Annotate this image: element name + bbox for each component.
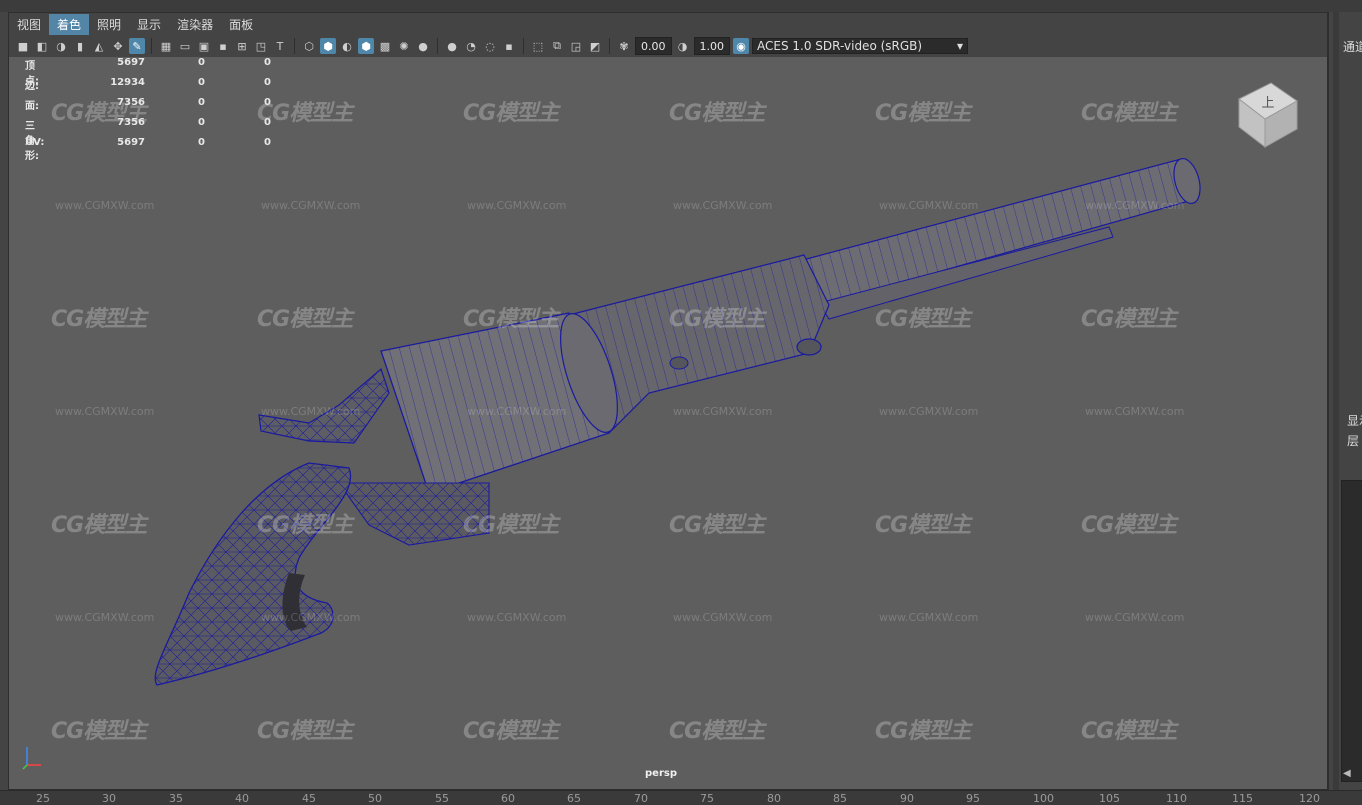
time-ruler[interactable]: 25 30 35 40 45 50 55 60 65 70 75 80 85 9…	[0, 790, 1362, 805]
ruler-tick: 30	[102, 792, 116, 805]
viewport-panel[interactable]: 视图 着色 照明 显示 渲染器 面板 ■ ◧ ◑ ▮ ◭ ✥ ✎ ▦ ▭ ▣ ▪…	[8, 12, 1328, 790]
view-cube[interactable]: 上	[1235, 79, 1301, 149]
watermark-url: www.CGMXW.com	[467, 405, 567, 418]
watermark-logo: CG模型主	[51, 307, 147, 332]
ruler-tick: 60	[501, 792, 515, 805]
watermark-logo: CG模型主	[463, 101, 559, 126]
watermark-logo: CG模型主	[51, 719, 147, 744]
ruler-tick: 40	[235, 792, 249, 805]
watermark-url: www.CGMXW.com	[879, 611, 979, 624]
ruler-tick: 65	[567, 792, 581, 805]
ruler-tick: 105	[1099, 792, 1120, 805]
ruler-tick: 25	[36, 792, 50, 805]
watermark-logo: CG模型主	[1081, 101, 1177, 126]
watermark-logo: CG模型主	[1081, 513, 1177, 538]
watermark-logo: CG模型主	[1081, 307, 1177, 332]
title-strip	[0, 0, 1362, 12]
watermark-logo: CG模型主	[669, 101, 765, 126]
watermark-logo: CG模型主	[51, 513, 147, 538]
watermark-logo: CG模型主	[669, 719, 765, 744]
watermark-logo: CG模型主	[669, 513, 765, 538]
watermark-logo: CG模型主	[875, 513, 971, 538]
ruler-tick: 120	[1299, 792, 1320, 805]
watermark-url: www.CGMXW.com	[1085, 199, 1185, 212]
watermark-logo: CG模型主	[257, 101, 353, 126]
ruler-tick: 50	[368, 792, 382, 805]
watermark-logo: CG模型主	[257, 513, 353, 538]
cylinder	[380, 312, 618, 494]
grip	[154, 462, 352, 686]
watermark-logo: CG模型主	[875, 101, 971, 126]
display-tab[interactable]: 显示	[1347, 412, 1362, 429]
ruler-tick: 115	[1232, 792, 1253, 805]
revolver-model[interactable]	[9, 13, 1328, 790]
watermark-logo: CG模型主	[1081, 719, 1177, 744]
watermark-logo: CG模型主	[463, 719, 559, 744]
channel-box-panel: 通道 显示 层 ◀	[1328, 12, 1362, 790]
ruler-tick: 100	[1033, 792, 1054, 805]
watermark-url: www.CGMXW.com	[673, 611, 773, 624]
watermark-url: www.CGMXW.com	[55, 405, 155, 418]
watermark-logo: CG模型主	[669, 307, 765, 332]
watermark-url: www.CGMXW.com	[1085, 405, 1185, 418]
watermark-logo: CG模型主	[875, 307, 971, 332]
watermark-url: www.CGMXW.com	[467, 611, 567, 624]
watermark-url: www.CGMXW.com	[467, 199, 567, 212]
watermark-url: www.CGMXW.com	[261, 199, 361, 212]
watermark-logo: CG模型主	[463, 513, 559, 538]
watermark-url: www.CGMXW.com	[55, 611, 155, 624]
ruler-tick: 95	[966, 792, 980, 805]
view-cube-top-label: 上	[1261, 96, 1274, 111]
layer-list[interactable]	[1341, 480, 1362, 782]
watermark-url: www.CGMXW.com	[261, 405, 361, 418]
watermark-url: www.CGMXW.com	[55, 199, 155, 212]
ruler-tick: 75	[700, 792, 714, 805]
panel-scrollbar[interactable]	[1333, 12, 1339, 790]
ruler-tick: 90	[900, 792, 914, 805]
ruler-tick: 55	[435, 792, 449, 805]
ruler-tick: 85	[833, 792, 847, 805]
watermark-url: www.CGMXW.com	[879, 199, 979, 212]
ruler-tick: 80	[767, 792, 781, 805]
layers-tab[interactable]: 层	[1347, 432, 1359, 449]
watermark-url: www.CGMXW.com	[879, 405, 979, 418]
axis-indicator	[22, 747, 41, 770]
ruler-tick: 45	[302, 792, 316, 805]
watermark-logo: CG模型主	[463, 307, 559, 332]
scroll-left-icon[interactable]: ◀	[1343, 768, 1351, 779]
channels-tab[interactable]: 通道	[1343, 38, 1362, 55]
watermark-logo: CG模型主	[257, 307, 353, 332]
watermark-logo: CG模型主	[257, 719, 353, 744]
camera-name-label: persp	[645, 768, 677, 779]
watermark-logo: CG模型主	[875, 719, 971, 744]
watermark-url: www.CGMXW.com	[1085, 611, 1185, 624]
ruler-tick: 70	[634, 792, 648, 805]
ruler-tick: 110	[1166, 792, 1187, 805]
watermark-url: www.CGMXW.com	[673, 199, 773, 212]
watermark-url: www.CGMXW.com	[673, 405, 773, 418]
watermark-logo: CG模型主	[51, 101, 147, 126]
ruler-tick: 35	[169, 792, 183, 805]
barrel	[798, 157, 1201, 320]
watermark-url: www.CGMXW.com	[261, 611, 361, 624]
